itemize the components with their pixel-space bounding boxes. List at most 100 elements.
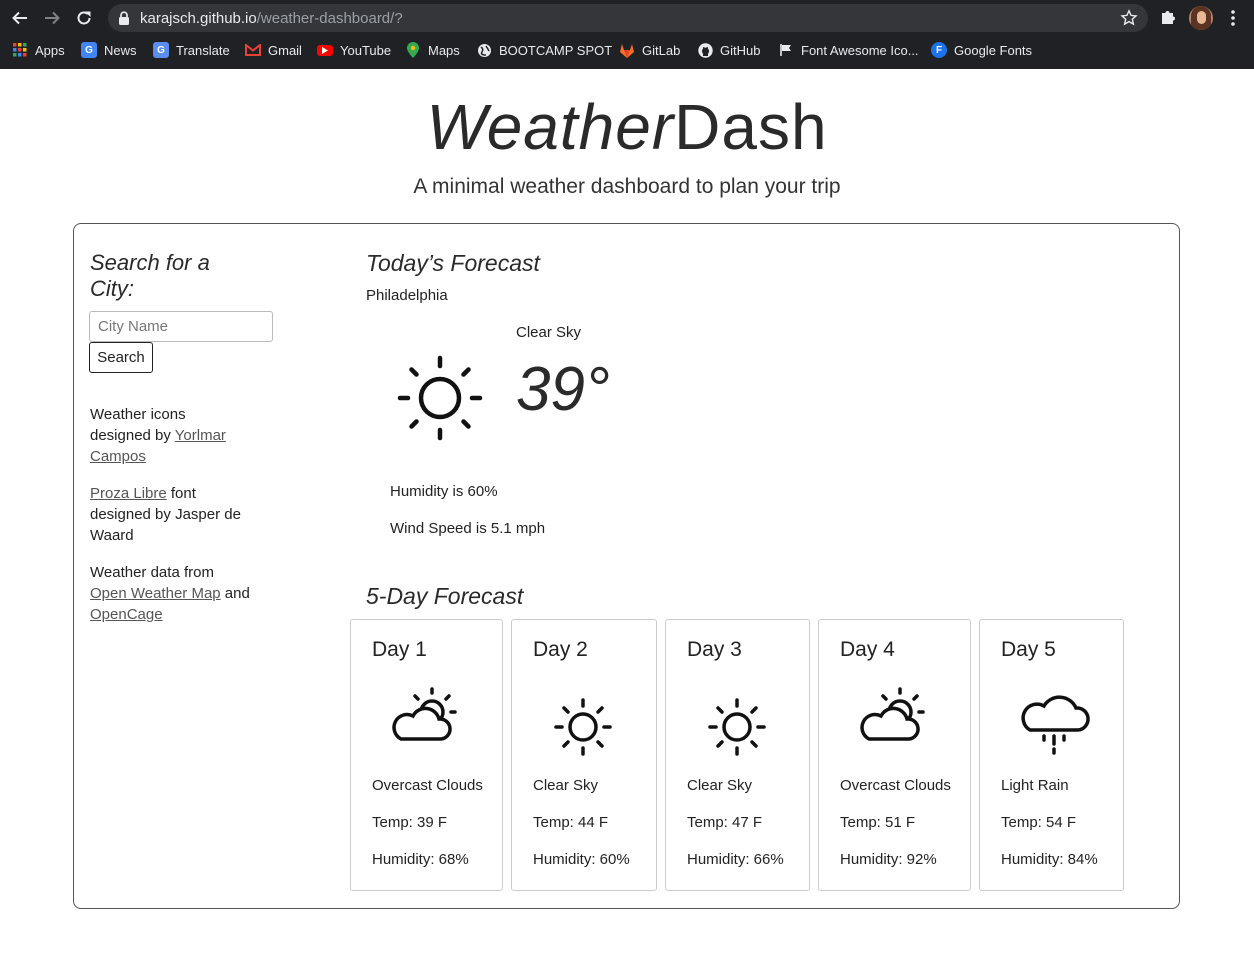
google-fonts-icon: F: [931, 42, 947, 58]
profile-avatar[interactable]: [1189, 6, 1213, 30]
day-title: Day 5: [1001, 638, 1056, 661]
opencage-link[interactable]: OpenCage: [90, 606, 163, 623]
bookmark-font-awesome[interactable]: Font Awesome Ico...: [778, 38, 919, 62]
url-path: /weather-dashboard/?: [256, 10, 403, 27]
bookmark-bootcamp-spot[interactable]: BOOTCAMP SPOT: [476, 38, 612, 62]
bookmark-label: Google Fonts: [954, 42, 1033, 58]
city-name: Philadelphia: [366, 287, 448, 304]
day-temperature: Temp: 44 F: [533, 814, 609, 831]
day-humidity: Humidity: 92%: [840, 851, 937, 868]
day-temperature: Temp: 51 F: [840, 814, 916, 831]
bookmark-maps[interactable]: Maps: [405, 38, 460, 62]
apps-grid-icon: [12, 42, 28, 58]
day-description: Light Rain: [1001, 777, 1069, 794]
day-title: Day 3: [687, 638, 742, 661]
day-temperature: Temp: 47 F: [687, 814, 763, 831]
forecast-day-card: Day 4 Overcast Clouds Temp: 51 F Humidit…: [818, 619, 971, 891]
day-description: Overcast Clouds: [840, 777, 951, 794]
font-credits: Proza Libre font designed by Jasper de W…: [90, 483, 250, 546]
bookmark-label: Maps: [428, 42, 460, 58]
data-credits-and: and: [220, 585, 250, 602]
bookmark-google-fonts[interactable]: F Google Fonts: [931, 38, 1032, 62]
day-humidity: Humidity: 84%: [1001, 851, 1098, 868]
icon-credits: Weather icons designed by Yorlmar Campos: [90, 404, 250, 467]
bookmark-label: GitHub: [720, 42, 761, 58]
bookmark-star-icon[interactable]: [1120, 9, 1138, 27]
google-translate-icon: G: [153, 42, 169, 58]
bookmark-gitlab[interactable]: GitLab: [619, 38, 680, 62]
globe-icon: [476, 42, 492, 58]
extensions-puzzle-icon[interactable]: [1159, 8, 1177, 26]
rain-cloud-icon: [1021, 695, 1090, 755]
browser-menu-icon[interactable]: [1226, 9, 1240, 27]
browser-chrome: karajsch.github.io/weather-dashboard/? A…: [0, 0, 1254, 69]
font-link[interactable]: Proza Libre: [90, 485, 167, 502]
day-description: Overcast Clouds: [372, 777, 483, 794]
forward-button[interactable]: [39, 6, 65, 30]
youtube-icon: [317, 44, 333, 56]
bookmark-apps[interactable]: Apps: [12, 38, 65, 62]
partly-cloudy-icon: [860, 687, 925, 741]
forecast-day-card: Day 3 Clear Sky Temp: 47 F Humidity: 66%: [665, 619, 810, 891]
sun-icon: [708, 698, 766, 756]
lock-icon: [119, 11, 129, 25]
todays-forecast-heading: Today’s Forecast: [366, 250, 540, 276]
flag-icon: [778, 42, 794, 58]
bookmark-label: News: [104, 42, 137, 58]
forecast-day-card: Day 2 Clear Sky Temp: 44 F Humidity: 60%: [511, 619, 657, 891]
google-maps-icon: [405, 42, 421, 58]
bookmark-youtube[interactable]: YouTube: [317, 38, 391, 62]
data-credits: Weather data from Open Weather Map and O…: [90, 562, 250, 625]
bookmark-label: Font Awesome Ico...: [801, 42, 919, 58]
bookmarks-bar: Apps G News G Translate Gmail YouTube Ma…: [0, 38, 1254, 62]
site-subtitle: A minimal weather dashboard to plan your…: [413, 175, 841, 198]
day-description: Clear Sky: [687, 777, 753, 794]
bookmark-gmail[interactable]: Gmail: [245, 38, 302, 62]
day-humidity: Humidity: 68%: [372, 851, 469, 868]
today-humidity: Humidity is 60%: [390, 483, 498, 500]
back-arrow-icon: [12, 11, 27, 25]
search-heading: Search for a City:: [90, 250, 210, 301]
reload-button[interactable]: [71, 6, 97, 30]
day-humidity: Humidity: 66%: [687, 851, 784, 868]
city-search-input[interactable]: [89, 311, 273, 342]
bookmark-news[interactable]: G News: [81, 38, 137, 62]
day-temperature: Temp: 39 F: [372, 814, 448, 831]
icon-credits-text: Weather icons designed by: [90, 406, 186, 444]
site-title: WeatherDash: [0, 90, 1254, 164]
data-credits-text: Weather data from: [90, 564, 214, 581]
day-humidity: Humidity: 60%: [533, 851, 630, 868]
day-title: Day 4: [840, 638, 895, 661]
site-title-italic: Weather: [426, 91, 675, 163]
bookmark-translate[interactable]: G Translate: [153, 38, 230, 62]
five-day-forecast-heading: 5-Day Forecast: [366, 583, 524, 609]
gmail-icon: [245, 42, 261, 58]
github-icon: [697, 42, 713, 58]
day-title: Day 1: [372, 638, 427, 661]
sun-icon: [397, 355, 483, 441]
bookmark-github[interactable]: GitHub: [697, 38, 760, 62]
reload-icon: [77, 11, 91, 25]
open-weather-map-link[interactable]: Open Weather Map: [90, 585, 221, 602]
url-text: karajsch.github.io/weather-dashboard/?: [140, 10, 403, 27]
search-button[interactable]: Search: [89, 342, 153, 373]
today-temperature: 39°: [516, 355, 610, 424]
bookmark-label: Apps: [35, 42, 65, 58]
gitlab-icon: [619, 42, 635, 58]
forward-arrow-icon: [45, 11, 60, 25]
bookmark-label: YouTube: [340, 42, 392, 58]
url-host: karajsch.github.io: [140, 10, 257, 27]
today-description: Clear Sky: [516, 324, 582, 341]
day-title: Day 2: [533, 638, 588, 661]
bookmark-label: Translate: [176, 42, 230, 58]
address-bar[interactable]: karajsch.github.io/weather-dashboard/?: [108, 4, 1148, 32]
bookmark-label: GitLab: [642, 42, 681, 58]
partly-cloudy-icon: [392, 687, 457, 741]
day-description: Clear Sky: [533, 777, 599, 794]
forecast-day-card: Day 1 Overcast Clouds Temp: 39 F Humidit…: [350, 619, 503, 891]
bookmark-label: Gmail: [268, 42, 302, 58]
sun-icon: [554, 698, 612, 756]
today-wind-speed: Wind Speed is 5.1 mph: [390, 520, 546, 537]
back-button[interactable]: [7, 6, 33, 30]
bookmark-label: BOOTCAMP SPOT: [499, 42, 613, 58]
